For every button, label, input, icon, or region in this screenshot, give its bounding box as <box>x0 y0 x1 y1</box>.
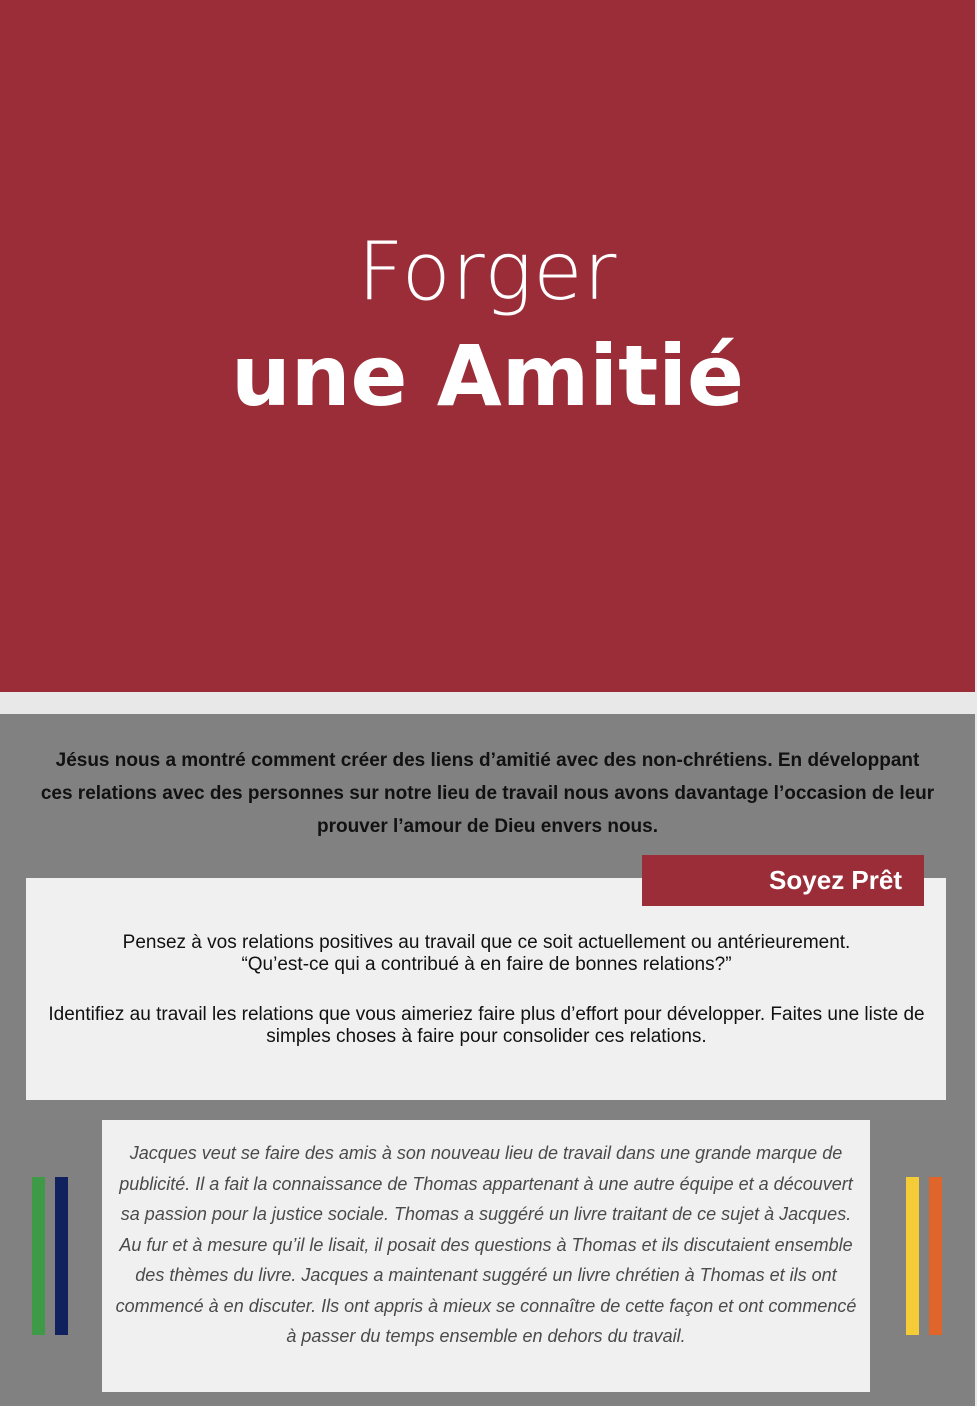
ready-paragraph-1-line-2: “Qu’est-ce qui a contribué à en faire de… <box>241 954 732 975</box>
ready-paragraph-2: Identifiez au travail les relations que … <box>48 1004 925 1047</box>
ready-label: Soyez Prêt <box>642 855 924 906</box>
ready-paragraph-1: Pensez à vos relations positives au trav… <box>40 932 933 976</box>
decorative-stripe-green <box>32 1177 45 1335</box>
intro-text: Jésus nous a montré comment créer des li… <box>40 750 935 837</box>
decorative-stripe-orange <box>929 1177 942 1335</box>
ready-box <box>26 878 946 1100</box>
title-line-1: Forger <box>357 225 618 318</box>
story-text: Jacques veut se faire des amis à son nou… <box>115 1143 857 1346</box>
ready-paragraph-1-line-1: Pensez à vos relations positives au trav… <box>122 932 851 953</box>
title-line-2: une Amitié <box>230 327 745 425</box>
decorative-stripe-navy <box>55 1177 68 1335</box>
decorative-stripe-yellow <box>906 1177 919 1335</box>
